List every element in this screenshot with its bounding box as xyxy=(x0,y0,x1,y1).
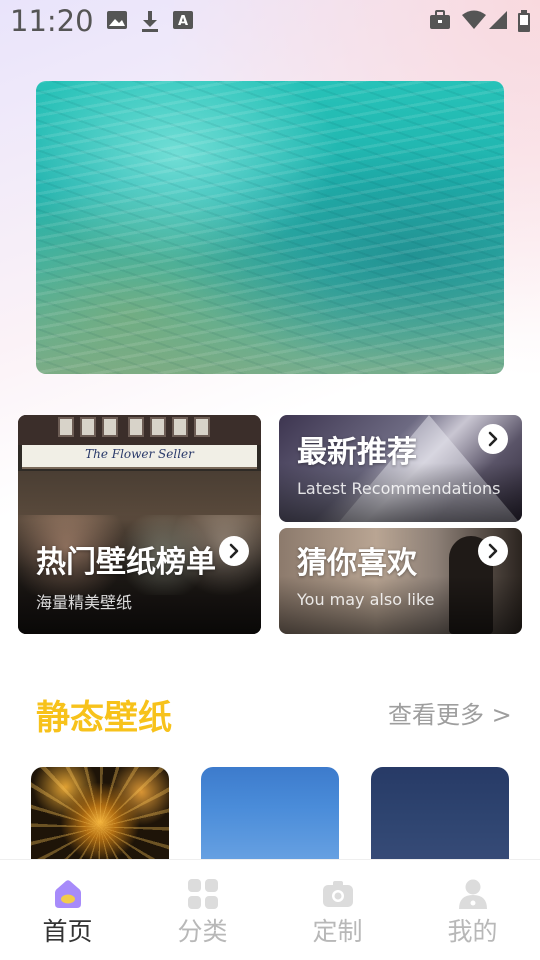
banner-image[interactable] xyxy=(36,81,504,374)
home-icon xyxy=(52,878,84,910)
section-title: 静态壁纸 xyxy=(36,698,172,738)
nav-item-mine[interactable]: 我的 xyxy=(405,860,540,960)
image-icon xyxy=(106,10,128,34)
user-icon xyxy=(457,878,489,910)
shop-sign-text: The Flower Seller xyxy=(85,447,194,461)
shop-facade xyxy=(18,415,261,445)
hot-wallpapers-card[interactable]: The Flower Seller 热门壁纸榜单 海量精美壁纸 xyxy=(18,415,261,634)
nav-label-mine: 我的 xyxy=(447,917,498,946)
battery-icon xyxy=(518,10,530,36)
chevron-right-icon[interactable] xyxy=(219,536,249,566)
latest-card-title: 最新推荐 xyxy=(297,435,417,470)
you-may-like-card[interactable]: 猜你喜欢 You may also like xyxy=(279,528,522,634)
like-card-title: 猜你喜欢 xyxy=(297,546,417,581)
camera-icon xyxy=(322,878,354,910)
latest-card-subtitle: Latest Recommendations xyxy=(297,479,501,498)
wallpaper-thumbnail[interactable] xyxy=(201,767,339,867)
see-more-link[interactable]: 查看更多 > xyxy=(388,695,512,730)
wifi-icon xyxy=(461,10,487,34)
latest-recommendations-card[interactable]: 最新推荐 Latest Recommendations xyxy=(279,415,522,522)
nav-label-category: 分类 xyxy=(177,917,228,946)
status-time: 11:20 xyxy=(10,4,94,38)
nav-item-home[interactable]: 首页 xyxy=(0,860,135,960)
nav-label-custom: 定制 xyxy=(312,917,363,946)
briefcase-icon xyxy=(429,10,451,34)
like-card-subtitle: You may also like xyxy=(297,590,435,609)
nav-label-home: 首页 xyxy=(42,917,93,946)
status-bar: 11:20 A xyxy=(0,0,540,44)
nav-item-custom[interactable]: 定制 xyxy=(270,860,405,960)
chevron-right-icon[interactable] xyxy=(478,424,508,454)
font-icon: A xyxy=(172,10,194,34)
signal-icon xyxy=(488,10,508,34)
svg-text:A: A xyxy=(178,14,188,29)
hot-card-subtitle: 海量精美壁纸 xyxy=(36,593,133,612)
grid-icon xyxy=(187,878,219,910)
wallpaper-thumbnail[interactable] xyxy=(31,767,169,867)
chevron-right-icon[interactable] xyxy=(478,536,508,566)
nav-item-category[interactable]: 分类 xyxy=(135,860,270,960)
download-icon xyxy=(140,10,160,36)
hot-card-title: 热门壁纸榜单 xyxy=(36,545,216,580)
shop-sign: The Flower Seller xyxy=(22,445,257,469)
wallpaper-thumbnail[interactable] xyxy=(371,767,509,867)
bottom-navigation: 首页 分类 定制 我的 xyxy=(0,859,540,960)
